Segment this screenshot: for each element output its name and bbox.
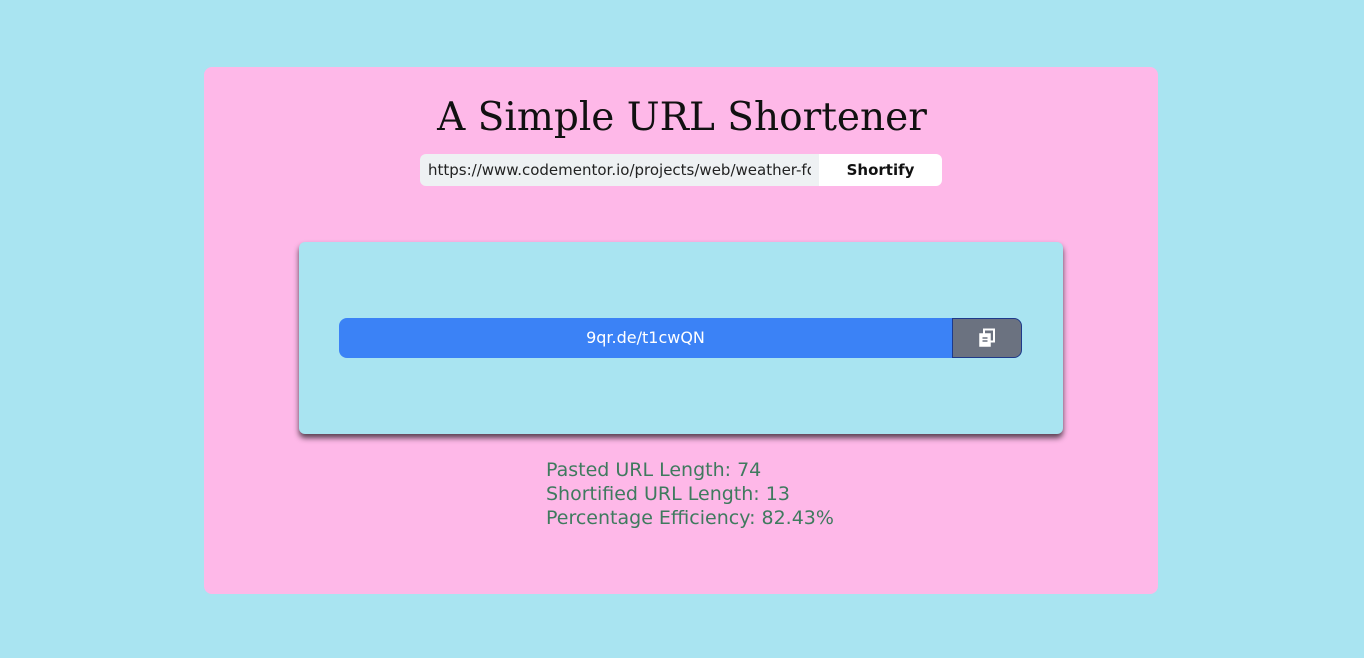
copy-button[interactable] [952, 318, 1022, 358]
shortified-url-length: Shortified URL Length: 13 [546, 483, 790, 505]
percentage-efficiency: Percentage Efficiency: 82.43% [546, 507, 834, 529]
url-stats: Pasted URL Length: 74 Shortified URL Len… [546, 458, 946, 530]
url-input[interactable] [420, 154, 819, 186]
page-title: A Simple URL Shortener [437, 95, 927, 140]
result-panel: 9qr.de/t1cwQN [299, 242, 1063, 434]
short-url-output[interactable]: 9qr.de/t1cwQN [339, 318, 952, 358]
pasted-url-length: Pasted URL Length: 74 [546, 459, 762, 481]
url-form: Shortify [420, 154, 942, 186]
copy-icon [979, 328, 995, 347]
shortify-button[interactable]: Shortify [819, 154, 942, 186]
page: A Simple URL Shortener Shortify 9qr.de/t… [0, 0, 1364, 658]
